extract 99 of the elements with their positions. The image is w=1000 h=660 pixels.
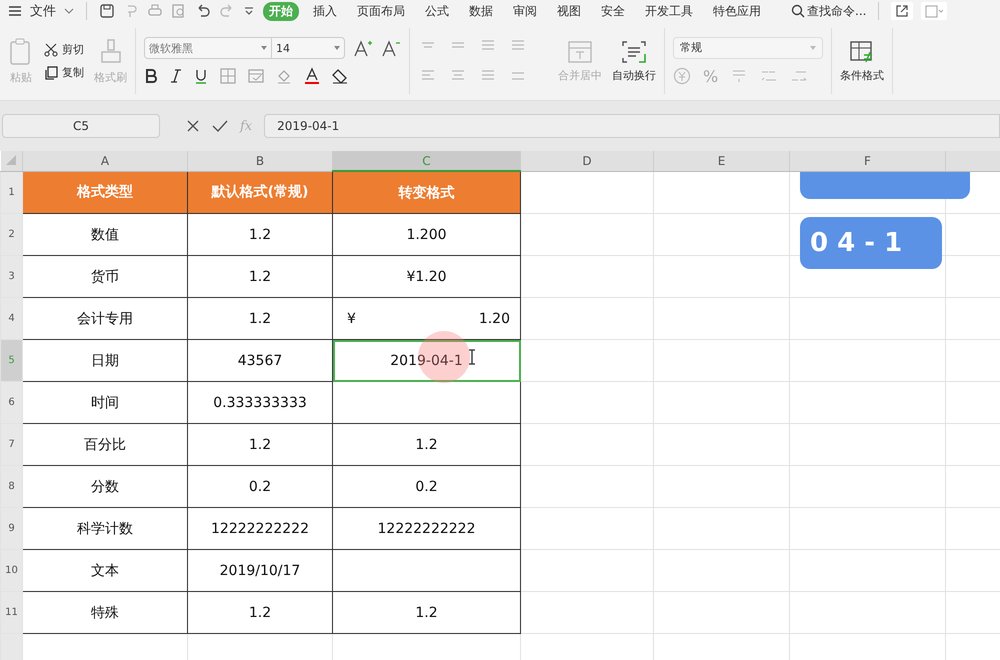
row-header[interactable]: 10 (0, 550, 22, 592)
table-cell: 2019/10/17 (220, 562, 300, 578)
ribbon-tab[interactable]: 审阅 (507, 2, 543, 20)
column-header[interactable]: D (520, 151, 654, 171)
table-cell: 0.2 (415, 478, 438, 494)
table-cell: 科学计数 (77, 520, 133, 536)
callout-caption: 0 4 - 1 (800, 217, 942, 269)
dropdown-icon[interactable] (243, 5, 255, 17)
table-cell: 1.2 (248, 436, 272, 452)
ribbon-tab[interactable]: 安全 (595, 2, 631, 20)
font-color-icon[interactable] (304, 67, 320, 85)
scissors-icon (44, 42, 58, 56)
bold-icon[interactable] (144, 68, 158, 84)
formula-input[interactable]: 2019-04-1 (264, 114, 1000, 138)
eraser-icon[interactable] (332, 68, 348, 84)
decrease-font-icon[interactable] (381, 39, 401, 57)
layout-button[interactable] (921, 2, 948, 20)
underline-icon[interactable] (194, 68, 208, 84)
table-cell: 1.2 (248, 268, 272, 284)
table-cell: 0.333333333 (213, 394, 307, 410)
caret-icon (810, 46, 816, 50)
increase-font-icon[interactable] (353, 39, 373, 57)
row-header[interactable]: 9 (0, 508, 22, 550)
row-header[interactable]: 4 (0, 298, 22, 340)
currency-symbol: ¥ (347, 310, 356, 326)
italic-icon[interactable] (170, 68, 182, 84)
row-header[interactable]: 7 (0, 424, 22, 466)
ribbon-tab[interactable]: 视图 (551, 2, 587, 20)
table-cell: 1.2 (248, 226, 272, 242)
copy-button[interactable]: 复制 (44, 65, 84, 80)
file-menu[interactable]: 文件 (30, 2, 56, 20)
table-cell: 1.20 (478, 310, 510, 326)
cancel-icon[interactable] (186, 119, 200, 133)
column-header[interactable]: E (654, 151, 790, 171)
ribbon-tab[interactable]: 插入 (307, 2, 343, 20)
table-cell: 12222222222 (211, 520, 309, 536)
caret-icon (334, 46, 340, 50)
table-cell: 文本 (91, 562, 119, 578)
menu-icon[interactable] (8, 5, 22, 17)
paintbrush-icon (98, 38, 122, 66)
row-header[interactable]: 8 (0, 466, 22, 508)
font-name-dropdown[interactable]: 微软雅黑 (144, 37, 272, 59)
row-header[interactable]: 2 (0, 214, 22, 256)
ribbon-tab[interactable]: 特色应用 (707, 2, 767, 20)
cell-style-icon[interactable] (248, 68, 264, 84)
table-cell: 1.2 (415, 604, 438, 620)
ribbon-tab[interactable]: 数据 (463, 2, 499, 20)
conditional-format-button[interactable]: 条件格式 (840, 40, 884, 82)
ribbon-tab[interactable]: 公式 (419, 2, 455, 20)
row-header[interactable]: 6 (0, 382, 22, 424)
share-button[interactable] (891, 2, 914, 20)
table-cell: 格式类型 (77, 184, 133, 200)
table-cell: 12222222222 (378, 520, 476, 536)
row-header[interactable]: 1 (0, 171, 22, 214)
table-cell: ¥1.20 (406, 268, 447, 284)
checkmark-icon[interactable] (212, 119, 228, 133)
layout-icon (925, 4, 944, 18)
cut-button[interactable]: 剪切 (44, 42, 84, 57)
table-cell: 时间 (91, 394, 119, 410)
borders-icon[interactable] (220, 68, 236, 84)
table-cell: 2019-04-1 (390, 352, 463, 368)
search-icon (791, 4, 805, 18)
font-size-dropdown[interactable]: 14 (272, 37, 345, 59)
search-label: 查找命令... (807, 2, 866, 20)
column-header[interactable]: B (188, 151, 332, 171)
caret-icon (261, 46, 267, 50)
wrap-text-button[interactable]: 自动换行 (612, 40, 656, 82)
ribbon-tab[interactable]: 开发工具 (639, 2, 699, 20)
table-cell: 43567 (238, 352, 282, 368)
table-cell: 1.2 (248, 310, 272, 326)
table-cell: 会计专用 (77, 310, 133, 326)
row-header[interactable]: 11 (0, 592, 22, 634)
save-icon[interactable] (99, 3, 115, 19)
chevron-icon[interactable] (64, 7, 74, 15)
table-cell: 1.2 (248, 604, 272, 620)
table-cell: 货币 (91, 268, 119, 284)
column-header[interactable]: F (790, 151, 946, 171)
table-cell: 百分比 (84, 436, 126, 452)
table-cell: 默认格式(常规) (212, 184, 308, 200)
wrap-text-icon (621, 40, 647, 64)
table-cell: 日期 (91, 352, 119, 368)
merge-cells-icon (567, 40, 593, 64)
text-cursor-icon (468, 349, 476, 365)
table-cell: 转变格式 (398, 184, 454, 200)
table-cell: 1.2 (415, 436, 438, 452)
name-box[interactable]: C5 (2, 114, 160, 138)
table-cell: 分数 (91, 478, 119, 494)
table-cell: 特殊 (91, 604, 119, 620)
share-icon (895, 4, 910, 18)
table-cell: 0.2 (248, 478, 272, 494)
row-header[interactable]: 3 (0, 256, 22, 298)
ribbon-tab[interactable]: 页面布局 (351, 2, 411, 20)
conditional-format-icon (849, 40, 875, 64)
column-header[interactable]: A (22, 151, 188, 171)
number-format-dropdown[interactable]: 常规 (673, 36, 823, 58)
table-cell: 数值 (91, 226, 119, 242)
command-search[interactable]: 查找命令... (791, 2, 866, 20)
copy-icon (44, 66, 58, 80)
table-cell: 1.200 (406, 226, 447, 242)
